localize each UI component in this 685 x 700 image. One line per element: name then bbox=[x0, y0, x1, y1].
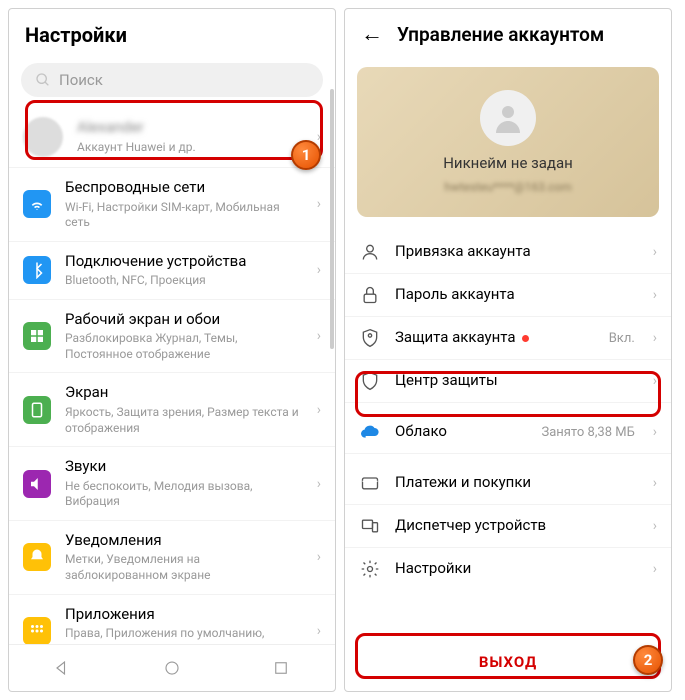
row-title: Экран bbox=[65, 383, 303, 403]
chevron-right-icon: › bbox=[317, 129, 321, 145]
account-row-2[interactable]: Защита аккаунта Вкл. › bbox=[345, 317, 671, 360]
settings-row-4[interactable]: ЗвукиНе беспокоить, Мелодия вызова, Вибр… bbox=[9, 447, 335, 521]
account-list: Привязка аккаунта›Пароль аккаунта›Защита… bbox=[345, 231, 671, 625]
apps-icon bbox=[23, 617, 51, 644]
settings-row-3[interactable]: ЭкранЯркость, Защита зрения, Размер текс… bbox=[9, 373, 335, 447]
badge-1: 1 bbox=[291, 140, 321, 170]
settings-screen: Настройки Поиск Alexander Аккаунт Huawei… bbox=[8, 8, 336, 692]
settings-list: Alexander Аккаунт Huawei и др. › Беспров… bbox=[9, 107, 335, 644]
chevron-right-icon: › bbox=[317, 328, 321, 344]
account-row-1[interactable]: Пароль аккаунта › bbox=[345, 274, 671, 317]
settings-row-1[interactable]: Подключение устройстваBluetooth, NFC, Пр… bbox=[9, 242, 335, 300]
gear-icon bbox=[359, 558, 381, 580]
account-sub: Аккаунт Huawei и др. bbox=[77, 140, 303, 156]
row-title: Привязка аккаунта bbox=[395, 242, 639, 262]
chevron-right-icon: › bbox=[653, 373, 657, 389]
scrollbar[interactable] bbox=[330, 89, 334, 349]
account-row-5[interactable]: Платежи и покупки › bbox=[345, 462, 671, 505]
chevron-right-icon: › bbox=[317, 196, 321, 212]
chevron-right-icon: › bbox=[653, 330, 657, 346]
nav-bar bbox=[9, 644, 335, 691]
settings-row-5[interactable]: УведомленияМетки, Уведомления на заблоки… bbox=[9, 521, 335, 595]
account-row[interactable]: Alexander Аккаунт Huawei и др. › bbox=[9, 107, 335, 168]
account-name: Alexander bbox=[77, 118, 303, 138]
chevron-right-icon: › bbox=[653, 561, 657, 577]
chevron-right-icon: › bbox=[317, 549, 321, 565]
search-input[interactable]: Поиск bbox=[21, 63, 323, 97]
nav-back[interactable] bbox=[52, 657, 74, 679]
row-title: Подключение устройства bbox=[65, 252, 303, 272]
row-title: Беспроводные сети bbox=[65, 178, 303, 198]
cloud-icon bbox=[359, 421, 381, 443]
avatar bbox=[23, 117, 63, 157]
avatar bbox=[480, 90, 536, 146]
settings-row-0[interactable]: Беспроводные сетиWi-Fi, Настройки SIM-ка… bbox=[9, 168, 335, 242]
shield-user-icon bbox=[359, 327, 381, 349]
row-title: Платежи и покупки bbox=[395, 473, 639, 493]
row-title: Диспетчер устройств bbox=[395, 516, 639, 536]
email: hwtesteu****@163.com bbox=[444, 180, 572, 194]
account-row-3[interactable]: Центр защиты › bbox=[345, 360, 671, 403]
row-sub: Не беспокоить, Мелодия вызова, Вибрация bbox=[65, 479, 303, 510]
chevron-right-icon: › bbox=[653, 244, 657, 260]
alert-dot bbox=[522, 335, 529, 342]
row-title: Облако bbox=[395, 422, 527, 442]
home-icon bbox=[23, 322, 51, 350]
sound-icon bbox=[23, 470, 51, 498]
row-sub: Права, Приложения по умолчанию, Приложен… bbox=[65, 626, 303, 644]
nav-recent[interactable] bbox=[270, 657, 292, 679]
row-title: Приложения bbox=[65, 605, 303, 625]
row-sub: Bluetooth, NFC, Проекция bbox=[65, 273, 303, 289]
row-title: Звуки bbox=[65, 457, 303, 477]
card-icon bbox=[359, 472, 381, 494]
account-row-6[interactable]: Диспетчер устройств › bbox=[345, 505, 671, 548]
account-row-7[interactable]: Настройки › bbox=[345, 548, 671, 590]
chevron-right-icon: › bbox=[317, 402, 321, 418]
chevron-right-icon: › bbox=[653, 424, 657, 440]
row-title: Уведомления bbox=[65, 531, 303, 551]
header: ← Управление аккаунтом bbox=[345, 9, 671, 59]
page-title: Настройки bbox=[9, 9, 335, 57]
account-row-0[interactable]: Привязка аккаунта › bbox=[345, 231, 671, 274]
badge-2: 2 bbox=[633, 645, 663, 675]
chevron-right-icon: › bbox=[317, 262, 321, 278]
page-title: Управление аккаунтом bbox=[397, 23, 604, 46]
logout-button[interactable]: ВЫХОД bbox=[357, 641, 659, 683]
row-title: Рабочий экран и обои bbox=[65, 310, 303, 330]
chevron-right-icon: › bbox=[317, 623, 321, 639]
row-title: Пароль аккаунта bbox=[395, 285, 639, 305]
row-sub: Wi-Fi, Настройки SIM-карт, Мобильная сет… bbox=[65, 200, 303, 231]
row-sub: Яркость, Защита зрения, Размер текста и … bbox=[65, 405, 303, 436]
profile-card[interactable]: Никнейм не задан hwtesteu****@163.com bbox=[357, 67, 659, 217]
nickname: Никнейм не задан bbox=[443, 154, 573, 172]
settings-row-6[interactable]: ПриложенияПрава, Приложения по умолчанию… bbox=[9, 595, 335, 644]
devices-icon bbox=[359, 515, 381, 537]
search-icon bbox=[35, 72, 51, 88]
row-title: Центр защиты bbox=[395, 371, 639, 391]
lock-icon bbox=[359, 284, 381, 306]
chevron-right-icon: › bbox=[653, 475, 657, 491]
nav-home[interactable] bbox=[161, 657, 183, 679]
row-sub: Разблокировка Журнал, Темы, Постоянное о… bbox=[65, 331, 303, 362]
settings-row-2[interactable]: Рабочий экран и обоиРазблокировка Журнал… bbox=[9, 300, 335, 374]
shield-icon bbox=[359, 370, 381, 392]
user-icon bbox=[359, 241, 381, 263]
row-value: Занято 8,38 МБ bbox=[541, 425, 634, 440]
row-value: Вкл. bbox=[609, 331, 635, 346]
back-button[interactable]: ← bbox=[361, 21, 383, 47]
screen-icon bbox=[23, 396, 51, 424]
chevron-right-icon: › bbox=[653, 287, 657, 303]
row-sub: Метки, Уведомления на заблокированном эк… bbox=[65, 552, 303, 583]
bell-icon bbox=[23, 543, 51, 571]
wifi-icon bbox=[23, 190, 51, 218]
chevron-right-icon: › bbox=[653, 518, 657, 534]
account-mgmt-screen: ← Управление аккаунтом Никнейм не задан … bbox=[344, 8, 672, 692]
row-title: Настройки bbox=[395, 559, 639, 579]
bt-icon bbox=[23, 256, 51, 284]
row-title: Защита аккаунта bbox=[395, 328, 595, 348]
account-row-4[interactable]: Облако Занято 8,38 МБ › bbox=[345, 411, 671, 454]
search-placeholder: Поиск bbox=[59, 71, 103, 89]
chevron-right-icon: › bbox=[317, 476, 321, 492]
